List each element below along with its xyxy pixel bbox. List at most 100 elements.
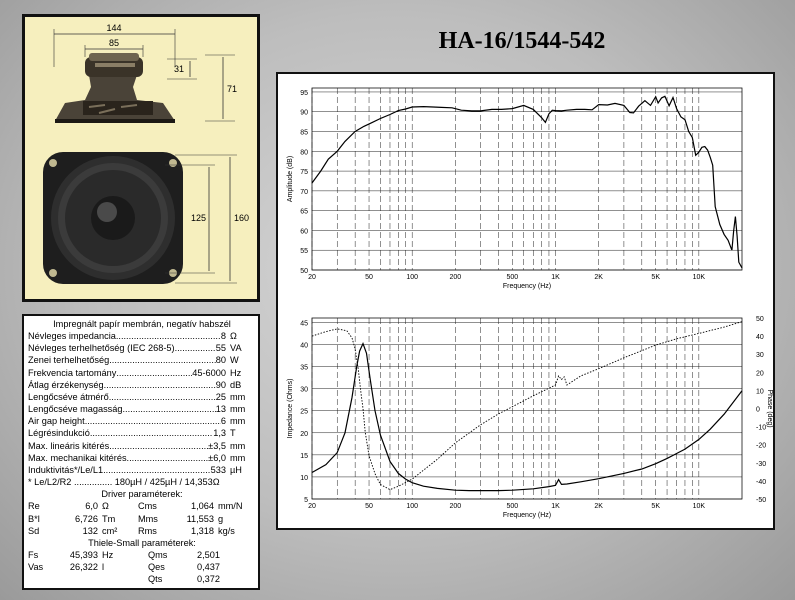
y-tick-label: 80 — [300, 149, 308, 156]
y2-tick-label: 0 — [756, 407, 760, 414]
spec-row: Max. mechanikai kitérés.................… — [28, 452, 256, 464]
driver-row: Re 6,0 Ω Cms 1,064 mm/N — [28, 500, 256, 512]
ts-title: Thiele-Small paraméterek: — [88, 537, 196, 548]
spec-label: Névleges impedancia — [28, 331, 116, 342]
spec-row: Max. lineáris kitérés...................… — [28, 440, 256, 452]
spec-value: ±3,5 — [208, 440, 226, 451]
ts-cell: Qms — [148, 549, 168, 560]
spec-row: Lengőcséve magasság.....................… — [28, 403, 256, 415]
ts-cell — [28, 573, 58, 585]
driver-cell: 1,064 — [191, 501, 214, 512]
ts-cell: 0,437 — [197, 562, 220, 573]
y-tick-label: 15 — [300, 453, 308, 460]
spec-value: 80 — [215, 355, 226, 366]
driver-title: Driver paraméterek: — [101, 489, 183, 500]
y2-tick-label: -10 — [756, 425, 766, 432]
y-tick-label: 45 — [300, 320, 308, 327]
y-tick-label: 30 — [300, 387, 308, 394]
y2-tick-label: 30 — [756, 352, 764, 359]
spec-value: 90 — [215, 379, 226, 390]
y-tick-label: 70 — [300, 189, 308, 196]
spec-dots: ........................................… — [103, 379, 216, 390]
x-tick-label: 20 — [308, 274, 316, 281]
spec-value: 1,3 — [213, 428, 226, 439]
driver-cell: Mms — [138, 513, 158, 524]
y2-tick-label: 40 — [756, 334, 764, 341]
spec-value: ±6,0 — [208, 452, 226, 463]
driver-cell: 1,318 — [191, 525, 214, 536]
y-tick-label: 10 — [300, 475, 308, 482]
x-tick-label: 100 — [406, 274, 418, 281]
y-tick-label: 25 — [300, 409, 308, 416]
x-tick-label: 10K — [693, 274, 706, 281]
speaker-photo-panel: 144 85 31 71 125 160 — [22, 14, 260, 302]
spec-label: Induktivitás*/Le/L1 — [28, 464, 104, 475]
spec-row: Névleges terhelhetőség (IEC 268-5)......… — [28, 342, 256, 354]
dimension-160-label: 160 — [234, 213, 249, 223]
x-tick-label: 10K — [693, 503, 706, 510]
y-tick-label: 85 — [300, 130, 308, 137]
spec-row: Átlag érzékenység.......................… — [28, 379, 256, 391]
y2-tick-label: -30 — [756, 461, 766, 468]
driver-cell: Cms — [138, 501, 157, 512]
x-tick-label: 1K — [551, 503, 560, 510]
dimension-71-label: 71 — [227, 84, 237, 94]
dimension-31-label: 31 — [174, 64, 184, 74]
spec-unit: T — [230, 428, 236, 439]
spec-row: Air gap height..........................… — [28, 415, 256, 427]
ts-cell: l — [102, 562, 105, 573]
spec-unit: mm — [230, 404, 246, 415]
x-tick-label: 5K — [651, 274, 660, 281]
x-tick-label: 2K — [594, 503, 603, 510]
driver-cell: Sd — [28, 525, 40, 536]
driver-row: Sd 132 cm² Rms 1,318 kg/s — [28, 525, 256, 537]
spec-row: Légrésindukció..........................… — [28, 427, 256, 439]
driver-cell: Ω — [102, 501, 109, 512]
spec-label: Lengőcséve átmérő — [28, 391, 109, 402]
ts-cell: Qts — [148, 574, 163, 585]
spec-dots: ........................................… — [89, 428, 213, 439]
spec-unit: mm — [230, 391, 246, 402]
spec-unit: mm — [230, 440, 246, 451]
driver-cell: 11,553 — [186, 513, 214, 524]
ts-cell: 0,372 — [197, 574, 220, 585]
y-tick-label: 35 — [300, 365, 308, 372]
charts-svg: 5055606570758085909520 50 100 200 500 1K 2K 5K 1… — [287, 87, 773, 519]
ts-gap — [128, 573, 148, 585]
spec-dots: ........................................… — [108, 391, 216, 402]
y2-axis-label: Phase (deg) — [766, 389, 773, 427]
spec-row: Induktivitás*/Le/L1.....................… — [28, 464, 256, 476]
driver-cell: 6,0 — [85, 501, 98, 512]
spec-label: Légrésindukció — [28, 428, 90, 439]
spec-label: Frekvencia tartomány — [28, 367, 117, 378]
x-tick-label: 200 — [449, 503, 461, 510]
spec-dots: ........................................… — [126, 452, 209, 463]
impedance-phase-chart: 5101520253035404520 50 100 200 500 1K 2K 5K 10KF… — [287, 316, 773, 519]
x-axis-label: Frequency (Hz) — [503, 283, 551, 290]
dimension-144-label: 144 — [106, 23, 121, 33]
spec-title: Impregnált papír membrán, negatív habszé… — [53, 319, 231, 329]
chart-panel: 50 55 60 65 70 75 80 85 90 95 20 50 100 200 500 1K 2K 5K 1… — [276, 72, 775, 530]
driver-cell: mm/N — [218, 501, 243, 512]
ts-cell: 26,322 — [69, 562, 98, 573]
driver-cell: 6,726 — [75, 513, 98, 524]
y-tick-label: 60 — [300, 228, 308, 235]
model-title: HA-16/1544-542 — [438, 28, 606, 54]
spec-row: Névleges impedancia.....................… — [28, 330, 256, 342]
driver-gap — [128, 513, 138, 525]
x-tick-label: 200 — [449, 274, 461, 281]
ts-cell: 2,501 — [197, 549, 220, 560]
spec-dots: ........................................… — [109, 355, 216, 366]
y-tick-label: 40 — [300, 342, 308, 349]
ts-gap — [128, 561, 148, 573]
x-tick-label: 50 — [365, 274, 373, 281]
spec-dots: ........................................… — [115, 331, 221, 342]
spec-row: Zenei terhelhetőség.....................… — [28, 354, 256, 366]
driver-cell: cm² — [102, 525, 118, 536]
y-axis-label: Impedance (Ohms) — [287, 379, 294, 439]
y-tick-label: 75 — [300, 169, 308, 176]
spec-value: 25 — [215, 391, 226, 402]
ts-cell: 45,393 — [69, 549, 98, 560]
x-tick-label: 500 — [507, 274, 519, 281]
y2-tick-label: 20 — [756, 370, 764, 377]
